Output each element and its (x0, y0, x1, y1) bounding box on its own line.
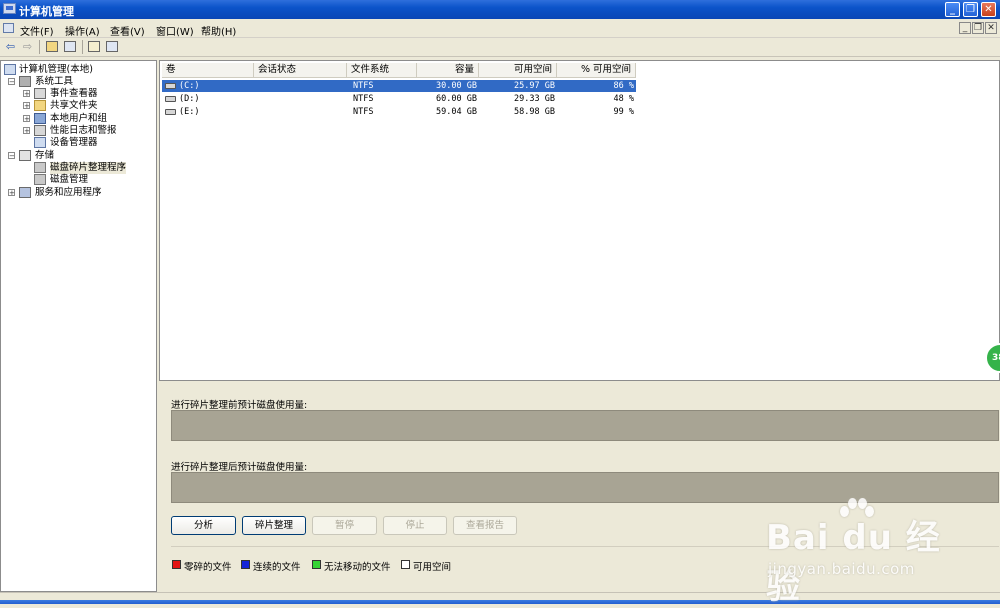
defrag-icon (34, 162, 46, 173)
legend-swatch (312, 560, 321, 569)
after-usage-label: 进行碎片整理后预计磁盘使用量: (171, 462, 308, 473)
drive-icon (165, 83, 176, 89)
window-title: 计算机管理 (19, 5, 74, 18)
defragment-button[interactable]: 碎片整理 (242, 516, 306, 535)
percent-free: 86 % (613, 81, 634, 91)
analyze-button[interactable]: 分析 (171, 516, 236, 535)
column-header-capacity[interactable]: 容量 (417, 63, 479, 78)
before-usage-display (171, 410, 999, 441)
event-viewer-icon (34, 88, 46, 99)
view-report-button[interactable]: 查看报告 (453, 516, 517, 535)
legend-swatch (172, 560, 181, 569)
menu-view[interactable]: 查看(V) (110, 23, 145, 38)
device-manager-icon (34, 137, 46, 148)
stop-button[interactable]: 停止 (383, 516, 447, 535)
menu-action[interactable]: 操作(A) (65, 23, 100, 38)
legend-swatch (241, 560, 250, 569)
computer-icon (4, 64, 16, 75)
free-space: 25.97 GB (514, 81, 555, 91)
pause-button[interactable]: 暂停 (312, 516, 377, 535)
expand-icon[interactable]: + (23, 90, 30, 98)
toolbar-separator (82, 40, 83, 54)
mdi-minimize-button[interactable]: _ (959, 22, 971, 34)
services-icon (19, 187, 31, 198)
title-bar: 计算机管理 _ ❐ ✕ (0, 0, 1000, 19)
storage-icon (19, 150, 31, 161)
capacity: 30.00 GB (436, 81, 477, 91)
expand-icon[interactable]: + (8, 189, 15, 197)
capacity: 59.04 GB (436, 107, 477, 117)
show-tree-icon[interactable] (64, 41, 76, 52)
menu-help[interactable]: 帮助(H) (201, 23, 236, 38)
collapse-icon[interactable]: − (8, 152, 15, 160)
free-space: 29.33 GB (514, 94, 555, 104)
performance-icon (34, 125, 46, 136)
forward-arrow-icon[interactable]: ⇨ (20, 40, 35, 54)
shared-folder-icon (34, 100, 46, 111)
restore-button[interactable]: ❐ (963, 2, 978, 17)
users-icon (34, 113, 46, 124)
volume-row[interactable]: (C:) NTFS 30.00 GB 25.97 GB 86 % (162, 80, 636, 92)
toolbar-separator (39, 40, 40, 54)
mdi-restore-button[interactable]: ❐ (972, 22, 984, 34)
percent-free: 48 % (613, 94, 634, 104)
volume-name: (E:) (179, 107, 200, 117)
collapse-icon[interactable]: − (8, 78, 15, 86)
tools-icon (19, 76, 31, 87)
column-header-free-space[interactable]: 可用空间 (479, 63, 557, 78)
volume-list: 卷 会话状态 文件系统 容量 可用空间 % 可用空间 (C:) NTFS 30.… (159, 60, 1000, 381)
volume-row[interactable]: (D:) NTFS 60.00 GB 29.33 GB 48 % (162, 93, 636, 105)
back-arrow-icon[interactable]: ⇦ (3, 40, 18, 54)
before-usage-label: 进行碎片整理前预计磁盘使用量: (171, 400, 308, 411)
toolbar: ⇦ ⇨ (0, 38, 1000, 57)
mdi-close-button[interactable]: ✕ (985, 22, 997, 34)
menu-bar: 文件(F) 操作(A) 查看(V) 窗口(W) 帮助(H) _ ❐ ✕ (0, 19, 1000, 38)
expand-icon[interactable]: + (23, 127, 30, 135)
minimize-button[interactable]: _ (945, 2, 960, 17)
disk-management-icon (34, 174, 46, 185)
console-tree: 计算机管理(本地) − 系统工具 + 事件查看器 + 共享文件夹 + 本地用户和… (0, 60, 157, 592)
watermark-logo-text: Bai du 经验 (766, 518, 941, 607)
drive-icon (165, 109, 176, 115)
file-system: NTFS (353, 94, 374, 104)
column-header-volume[interactable]: 卷 (162, 63, 254, 78)
menu-window[interactable]: 窗口(W) (156, 23, 194, 38)
drive-icon (165, 96, 176, 102)
column-header-percent-free[interactable]: % 可用空间 (557, 63, 636, 78)
watermark-url: jingyan.baidu.com (768, 560, 915, 578)
expand-icon[interactable]: + (23, 102, 30, 110)
expand-icon[interactable]: + (23, 115, 30, 123)
free-space: 58.98 GB (514, 107, 555, 117)
baidu-watermark: Bai du 经验 jingyan.baidu.com (766, 496, 956, 607)
close-button[interactable]: ✕ (981, 2, 996, 17)
file-system: NTFS (353, 81, 374, 91)
help-pane-icon[interactable] (106, 41, 118, 52)
computer-management-icon (3, 3, 16, 14)
legend-swatch (401, 560, 410, 569)
properties-icon[interactable] (88, 41, 100, 52)
file-system: NTFS (353, 107, 374, 117)
volume-name: (C:) (179, 81, 200, 91)
up-folder-icon[interactable] (46, 41, 58, 52)
volume-name: (D:) (179, 94, 200, 104)
volume-row[interactable]: (E:) NTFS 59.04 GB 58.98 GB 99 % (162, 106, 636, 118)
column-header-file-system[interactable]: 文件系统 (347, 63, 417, 78)
document-icon[interactable] (3, 23, 14, 33)
column-header-session-status[interactable]: 会话状态 (254, 63, 347, 78)
capacity: 60.00 GB (436, 94, 477, 104)
menu-file[interactable]: 文件(F) (20, 23, 54, 38)
percent-free: 99 % (613, 107, 634, 117)
